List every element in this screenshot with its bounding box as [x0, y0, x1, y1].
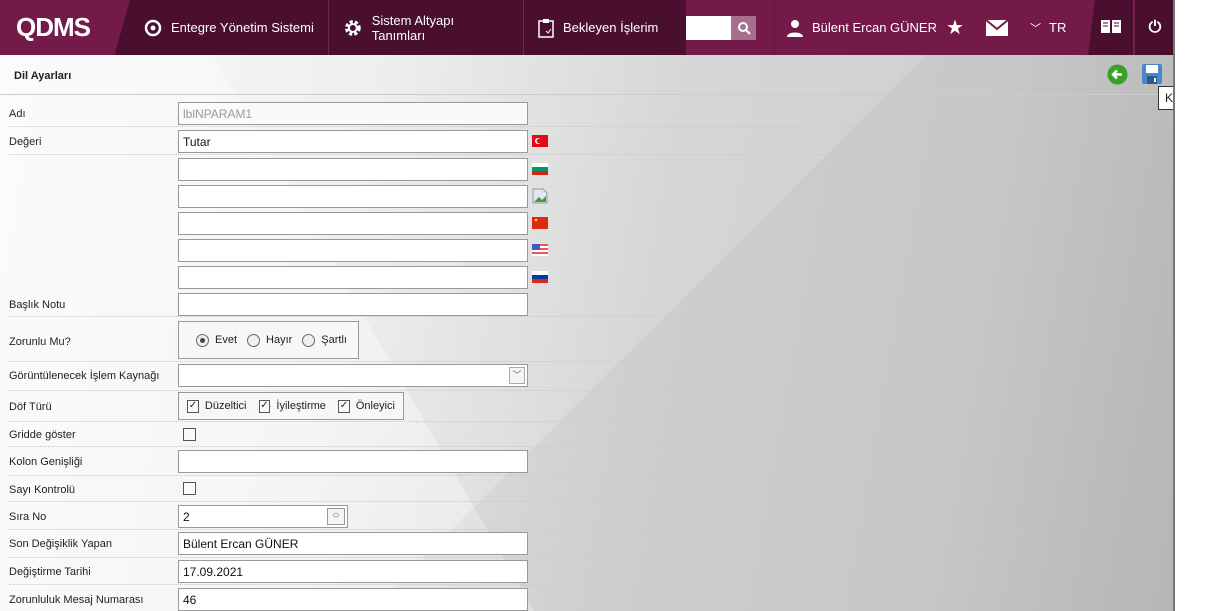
label-sira-no: Sıra No [9, 511, 47, 523]
sayi-kontrolu-checkbox[interactable] [183, 482, 196, 495]
son-degisiklik-field[interactable]: Bülent Ercan GÜNER [178, 532, 528, 555]
degistirme-tarihi-field[interactable]: 17.09.2021 [178, 560, 528, 583]
stepper-arrows-icon[interactable]: ︿ ﹀ [327, 508, 345, 525]
checkbox-iyilestirme[interactable]: ✓ [258, 399, 271, 413]
baslik-notu-field[interactable] [178, 293, 528, 316]
book-icon [1100, 19, 1121, 33]
flag-cn-icon [532, 217, 548, 229]
gear-icon [344, 19, 361, 36]
checkbox-onleyici[interactable]: ✓ [337, 399, 350, 413]
checkbox-duzeltici[interactable]: ✓ [187, 399, 199, 413]
page-toolbar: Dil Ayarları [0, 55, 1173, 95]
adi-field[interactable]: lblNPARAM1 [178, 102, 528, 125]
power-icon: ⏻ [1148, 18, 1162, 36]
star-icon: ★ [946, 17, 964, 39]
search-button[interactable] [731, 16, 756, 40]
clipboard-check-icon [538, 18, 554, 38]
chevron-down-icon: ﹀ [1030, 22, 1041, 35]
divider [9, 421, 1025, 422]
divider [9, 126, 1025, 127]
dof-checkbox-group: ✓ Düzeltici ✓ İyileştirme ✓ Önleyici [178, 392, 404, 420]
degeri-ru-field[interactable] [178, 266, 528, 289]
label-gridde-goster: Gridde göster [9, 429, 76, 441]
label-adi: Adı [9, 108, 26, 120]
sira-no-stepper[interactable]: 2 ︿ ﹀ [178, 505, 348, 528]
flag-ru-icon [532, 271, 548, 283]
top-navbar: QDMS Entegre Yönetim Sistemi Sistem Alty… [0, 0, 1173, 55]
save-disk-icon[interactable] [1142, 64, 1162, 84]
degeri-tr-field[interactable]: Tutar [178, 130, 528, 153]
page-title: Dil Ayarları [14, 70, 72, 82]
label-degeri: Değeri [9, 136, 42, 148]
divider [9, 154, 1025, 155]
degeri-lang3-field[interactable] [178, 185, 528, 208]
divider [9, 316, 1025, 317]
q-logo-icon [144, 19, 162, 36]
radio-sartli[interactable] [302, 333, 316, 347]
back-arrow-icon[interactable] [1107, 64, 1128, 85]
radio-hayir[interactable] [247, 333, 261, 347]
mesaj-numarasi-field[interactable]: 46 [178, 588, 528, 611]
logout-button[interactable]: ⏻ [1135, 0, 1173, 55]
islem-kaynagi-select[interactable]: ﹀ [178, 364, 528, 387]
nav-entegre-yonetim[interactable]: Entegre Yönetim Sistemi [130, 0, 329, 55]
divider [9, 361, 1025, 362]
divider [9, 529, 1025, 530]
divider [9, 501, 1025, 502]
divider [9, 557, 1025, 558]
user-icon [787, 19, 803, 37]
label-zorunlu-mu: Zorunlu Mu? [9, 336, 71, 348]
flag-us-icon [532, 244, 548, 256]
divider [9, 390, 1025, 391]
qdms-logo[interactable]: QDMS [0, 0, 130, 55]
label-son-degisiklik: Son Değişiklik Yapan [9, 538, 112, 550]
label-sayi-kontrolu: Sayı Kontrolü [9, 484, 76, 496]
degeri-bg-field[interactable] [178, 158, 528, 181]
label-mesaj-numarasi: Zorunluluk Mesaj Numarası [9, 594, 144, 606]
messages-button[interactable] [986, 0, 1008, 55]
nav-sistem-altyapi[interactable]: Sistem Altyapı Tanımları [328, 0, 524, 55]
nav-bekleyen-islerim[interactable]: Bekleyen İşlerim [524, 0, 674, 55]
label-baslik-notu: Başlık Notu [9, 299, 66, 311]
zorunlu-radio-group: Evet Hayır Şartlı [178, 321, 359, 359]
search-input[interactable] [686, 16, 731, 40]
kolon-genisligi-field[interactable] [178, 450, 528, 473]
flag-tr-icon [532, 135, 548, 147]
label-dof-turu: Döf Türü [9, 401, 52, 413]
label-degistirme-tarihi: Değiştirme Tarihi [9, 566, 91, 578]
search-icon [737, 22, 751, 35]
save-tooltip: Kaydet [1158, 86, 1173, 110]
favorites-button[interactable]: ★ [946, 0, 964, 55]
degeri-cn-field[interactable] [178, 212, 528, 235]
radio-evet[interactable] [196, 333, 209, 347]
label-kolon-genisligi: Kolon Genişliği [9, 456, 83, 468]
user-menu[interactable]: Bülent Ercan GÜNER [774, 0, 937, 55]
flag-bg-icon [532, 163, 548, 175]
degeri-us-field[interactable] [178, 239, 528, 262]
language-selector[interactable]: ﹀ TR [1030, 0, 1066, 55]
app-window: QDMS Entegre Yönetim Sistemi Sistem Alty… [0, 0, 1175, 611]
broken-image-icon [532, 188, 548, 204]
gridde-goster-checkbox[interactable] [183, 428, 196, 441]
chevron-down-icon[interactable]: ﹀ [509, 367, 525, 384]
divider [9, 584, 1025, 585]
divider [9, 446, 1025, 447]
label-islem-kaynagi: Görüntülenecek İşlem Kaynağı [9, 370, 160, 382]
divider [9, 475, 1025, 476]
help-manual-button[interactable] [1088, 0, 1134, 55]
envelope-icon [986, 19, 1008, 36]
